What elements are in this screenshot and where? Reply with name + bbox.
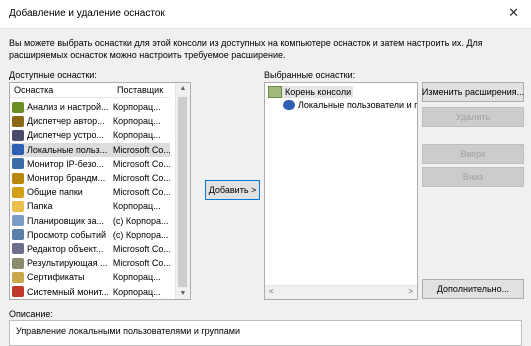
list-header: Оснастка Поставщик [10, 83, 170, 98]
system-monitor-icon [12, 286, 24, 298]
snapin-name: Диспетчер автор... [27, 116, 105, 127]
ip-security-monitor-icon [12, 158, 24, 170]
description-text: Управление локальными пользователями и г… [16, 326, 241, 336]
scroll-left-icon[interactable]: < [269, 287, 274, 296]
remove-button[interactable]: Удалить [422, 107, 524, 127]
snapin-row[interactable]: СлужбыMicrosoft Co... [10, 299, 170, 300]
event-viewer-icon [12, 229, 24, 241]
snapin-row[interactable]: Результирующая ... Microsoft Co... [10, 256, 170, 270]
scroll-up-icon[interactable]: ▲ [176, 85, 190, 92]
snapin-vendor: Microsoft Co... [112, 258, 170, 269]
snapin-row[interactable]: Анализ и настрой... Корпорац... [10, 100, 170, 114]
available-snapins-label: Доступные оснастки: [9, 70, 97, 80]
horizontal-scrollbar[interactable]: < > [265, 285, 417, 299]
description-label: Описание: [9, 309, 53, 319]
scroll-thumb[interactable] [178, 97, 187, 287]
column-header-vendor[interactable]: Поставщик [113, 85, 170, 95]
snapin-vendor: Корпорац... [112, 201, 161, 212]
snapin-vendor: Корпорац... [112, 272, 161, 283]
edit-extensions-button[interactable]: Изменить расширения... [422, 82, 524, 102]
available-snapins-list[interactable]: Оснастка Поставщик Анализ и настрой... Ко… [9, 82, 191, 300]
selected-snapins-label: Выбранные оснастки: [264, 70, 356, 80]
local-users-icon [283, 100, 295, 110]
snapin-vendor: Корпорац... [112, 130, 161, 141]
firewall-monitor-icon [12, 172, 24, 184]
snapin-row[interactable]: Редактор объект... Microsoft Co... [10, 242, 170, 256]
snapin-vendor: Корпорац... [112, 116, 161, 127]
description-box: Управление локальными пользователями и г… [9, 320, 522, 346]
analysis-icon [12, 101, 24, 113]
selected-snapins-tree[interactable]: Корень консоли Локальные пользователи и … [264, 82, 418, 300]
snapin-rows: Анализ и настрой... Корпорац... Диспетчер … [10, 100, 170, 300]
snapin-vendor: Microsoft Co... [112, 173, 170, 184]
snapin-row[interactable]: Монитор брандм... Microsoft Co... [10, 171, 170, 185]
snapin-name: Монитор брандм... [27, 173, 106, 184]
device-manager-icon [12, 129, 24, 141]
advanced-button[interactable]: Дополнительно... [422, 279, 524, 299]
snapin-name: Редактор объект... [27, 243, 104, 254]
snapin-name: Анализ и настрой... [27, 102, 109, 113]
move-down-button[interactable]: Вниз [422, 167, 524, 187]
scroll-down-icon[interactable]: ▼ [176, 290, 190, 297]
snapin-name: Системный монит... [27, 286, 109, 297]
snapin-name: Общие папки [27, 187, 83, 198]
vertical-scrollbar[interactable]: ▲ ▼ [175, 83, 190, 299]
add-button[interactable]: Добавить > [205, 180, 260, 200]
snapin-row[interactable]: Общие папки Microsoft Co... [10, 185, 170, 199]
snapin-vendor: Microsoft Co... [112, 187, 170, 198]
snapin-name: Сертификаты [27, 272, 85, 283]
snapin-vendor: Корпорац... [112, 102, 161, 113]
snapin-row[interactable]: Сертификаты Корпорац... [10, 270, 170, 284]
title-bar: Добавление и удаление оснасток ✕ [0, 0, 531, 29]
snapin-name: Планировщик за... [27, 215, 105, 226]
task-scheduler-icon [12, 215, 24, 227]
snapin-vendor: Microsoft Co... [112, 144, 170, 155]
console-root-icon [268, 86, 282, 98]
tree-root[interactable]: Корень консоли [268, 86, 354, 98]
snapin-vendor: (c) Корпора... [112, 215, 169, 226]
snapin-name: Локальные польз... [27, 144, 108, 155]
snapin-row[interactable]: Системный монит... Корпорац... [10, 284, 170, 298]
move-up-button[interactable]: Вверх [422, 144, 524, 164]
snapin-row[interactable]: Локальные польз... Microsoft Co... [10, 142, 170, 157]
snapin-row[interactable]: Диспетчер автор... Корпорац... [10, 114, 170, 128]
snapin-name: Монитор IP-безо... [27, 158, 105, 169]
tree-child-label: Локальные пользователи и гр [298, 100, 418, 110]
snapin-row[interactable]: Просмотр событий (c) Корпора... [10, 228, 170, 242]
snapin-name: Просмотр событий [27, 229, 107, 240]
window-title: Добавление и удаление оснасток [9, 8, 165, 19]
snapin-row[interactable]: Планировщик за... (c) Корпора... [10, 214, 170, 228]
intro-text: Вы можете выбрать оснастки для этой конс… [9, 38, 483, 60]
folder-icon [12, 200, 24, 212]
certificates-icon [12, 271, 24, 283]
snapin-vendor: (c) Корпора... [112, 229, 169, 240]
snapin-row[interactable]: Монитор IP-безо... Microsoft Co... [10, 157, 170, 171]
snapin-name: Результирующая ... [27, 258, 108, 269]
tree-root-label: Корень консоли [285, 87, 352, 97]
tree-child[interactable]: Локальные пользователи и гр [283, 100, 418, 110]
snapin-vendor: Microsoft Co... [112, 158, 170, 169]
snapin-name: Диспетчер устро... [27, 130, 105, 141]
rsop-icon [12, 257, 24, 269]
column-header-name[interactable]: Оснастка [10, 85, 113, 95]
snapin-vendor: Microsoft Co... [112, 243, 170, 254]
close-icon[interactable]: ✕ [508, 5, 519, 21]
local-users-icon [12, 144, 24, 156]
authorization-manager-icon [12, 115, 24, 127]
snapin-vendor: Корпорац... [112, 286, 161, 297]
snapin-row[interactable]: Папка Корпорац... [10, 199, 170, 213]
snapin-name: Папка [27, 201, 53, 212]
object-editor-icon [12, 243, 24, 255]
scroll-right-icon[interactable]: > [408, 287, 413, 296]
shared-folders-icon [12, 186, 24, 198]
snapin-row[interactable]: Диспетчер устро... Корпорац... [10, 128, 170, 142]
